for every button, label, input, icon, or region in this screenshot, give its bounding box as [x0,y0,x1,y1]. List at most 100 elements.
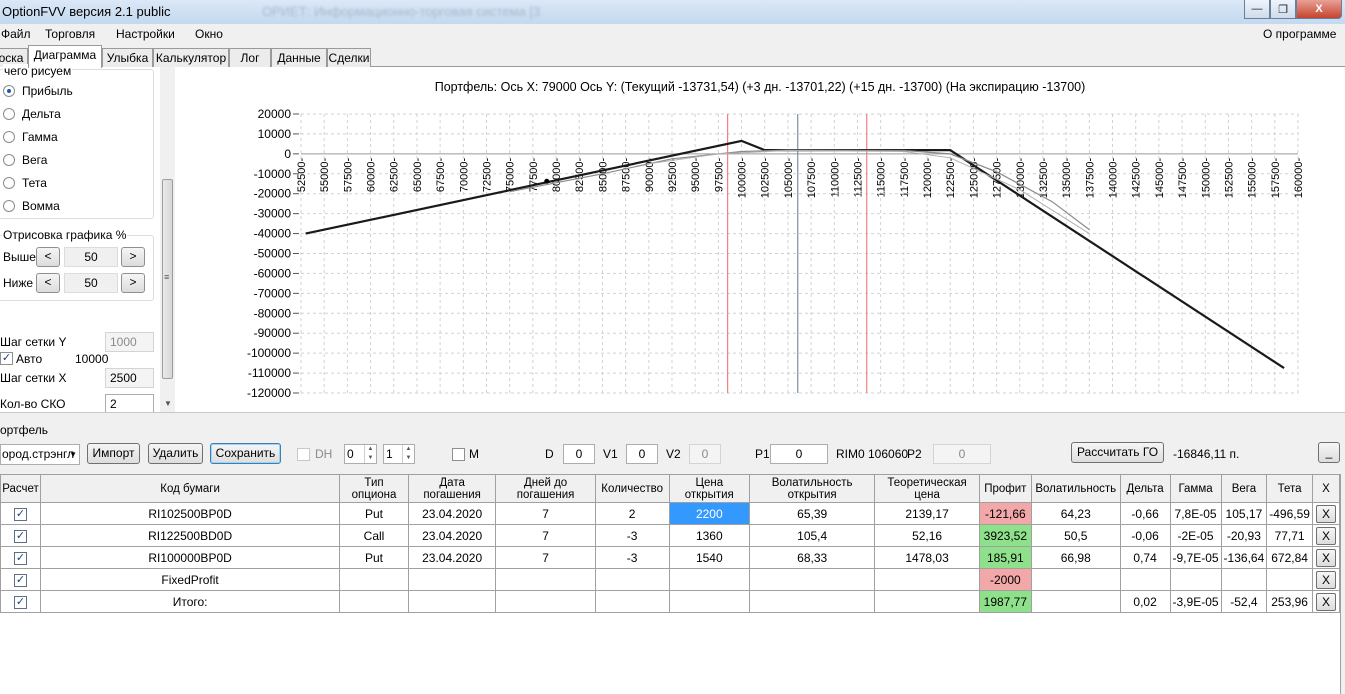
restore-button[interactable]: ❐ [1270,0,1296,19]
menu-trading[interactable]: Торговля [45,27,95,41]
code-cell[interactable]: RI102500BP0D [39,502,341,525]
remove-row-button[interactable]: X [1315,548,1336,567]
spin-1-down-icon[interactable]: ▼ [364,454,376,463]
tab-calculator[interactable]: Калькулятор [153,48,229,67]
days-cell[interactable]: 7 [495,502,596,525]
auto-checkbox[interactable]: ✓ [0,352,13,365]
spin-2-down-icon[interactable]: ▼ [402,454,414,463]
col-theta[interactable]: Тета [1266,474,1313,503]
theta-cell[interactable]: 77,71 [1266,524,1313,547]
calc-cell[interactable]: ✓ [0,502,41,525]
col-price[interactable]: Цена открытия [668,474,751,503]
col-days[interactable]: Дней до погашения [495,474,596,503]
vol-open-cell[interactable]: 68,33 [749,546,876,569]
days-cell[interactable] [495,568,596,591]
radio-delta[interactable] [3,108,15,120]
calc-cell[interactable]: ✓ [0,568,41,591]
radio-profit[interactable] [3,85,15,97]
save-button[interactable]: Сохранить [210,443,281,464]
d-input[interactable]: 0 [563,444,595,464]
code-cell[interactable]: RI122500BD0D [39,524,341,547]
delete-button[interactable]: Удалить [148,443,203,464]
calc-checkbox[interactable]: ✓ [13,529,27,543]
delta-cell[interactable]: -0,66 [1119,502,1171,525]
profit-cell[interactable]: 3923,52 [978,524,1032,547]
vega-cell[interactable] [1220,568,1268,591]
radio-theta[interactable] [3,177,15,189]
radio-vega[interactable] [3,154,15,166]
code-cell[interactable]: FixedProfit [39,568,341,591]
calc-cell[interactable]: ✓ [0,590,41,613]
col-code[interactable]: Код бумаги [39,474,341,503]
profit-cell[interactable]: -121,66 [978,502,1032,525]
splitter[interactable] [0,412,1345,422]
theo-cell[interactable]: 52,16 [874,524,980,547]
vol-cell[interactable]: 50,5 [1030,524,1121,547]
menu-file[interactable]: Файл [1,27,31,41]
below-decrease-button[interactable]: < [36,273,60,293]
close-button[interactable]: X [1296,0,1342,19]
vol-open-cell[interactable]: 65,39 [749,502,876,525]
profit-cell[interactable]: 185,91 [978,546,1032,569]
calc-checkbox[interactable]: ✓ [13,573,27,587]
profit-cell[interactable]: -2000 [978,568,1032,591]
theo-cell[interactable]: 2139,17 [874,502,980,525]
m-checkbox[interactable] [452,448,465,461]
radio-vomma[interactable] [3,200,15,212]
code-cell[interactable]: RI100000BP0D [39,546,341,569]
vega-cell[interactable]: -136,64 [1220,546,1268,569]
vol-cell[interactable]: 66,98 [1030,546,1121,569]
type-cell[interactable]: Put [339,546,409,569]
col-delta[interactable]: Дельта [1119,474,1171,503]
delta-cell[interactable] [1119,568,1171,591]
v2-input[interactable]: 0 [689,444,721,464]
below-value[interactable]: 50 [64,273,118,293]
delta-cell[interactable]: -0,06 [1119,524,1171,547]
days-cell[interactable]: 7 [495,546,596,569]
gamma-cell[interactable]: 7,8E-05 [1169,502,1222,525]
theta-cell[interactable]: -496,59 [1266,502,1313,525]
p2-input[interactable]: 0 [933,444,991,464]
minimize-button[interactable]: — [1244,0,1270,19]
tab-smile[interactable]: Улыбка [102,48,153,67]
price-cell[interactable]: 1360 [668,524,751,547]
vol-cell[interactable] [1030,568,1121,591]
date-cell[interactable]: 23.04.2020 [407,502,497,525]
remove-row-button[interactable]: X [1315,570,1336,589]
v1-input[interactable]: 0 [626,444,658,464]
calc-cell[interactable]: ✓ [0,524,41,547]
grid-y-input[interactable]: 1000 [105,332,154,352]
col-profit[interactable]: Профит [978,474,1032,503]
type-cell[interactable] [339,568,409,591]
price-cell[interactable]: 2200 [668,502,751,525]
spin-1[interactable]: 0 ▲ ▼ [344,444,377,464]
spin-1-up-icon[interactable]: ▲ [364,445,376,454]
calc-checkbox[interactable]: ✓ [13,595,27,609]
date-cell[interactable] [407,568,497,591]
menu-settings[interactable]: Настройки [116,27,175,41]
spin-2-up-icon[interactable]: ▲ [402,445,414,454]
type-cell[interactable]: Put [339,502,409,525]
col-vol-open[interactable]: Волатильность открытия [749,474,876,503]
date-cell[interactable]: 23.04.2020 [407,524,497,547]
vol-open-cell[interactable] [749,568,876,591]
left-panel-scrollbar[interactable]: ≡ ▼ [160,67,175,412]
gamma-cell[interactable]: -9,7E-05 [1169,546,1222,569]
vol-open-cell[interactable]: 105,4 [749,524,876,547]
col-vol[interactable]: Волатильность [1030,474,1121,503]
qty-cell[interactable]: -3 [594,546,670,569]
qty-cell[interactable] [594,568,670,591]
tab-log[interactable]: Лог [229,48,271,67]
menu-window[interactable]: Окно [195,27,223,41]
price-cell[interactable] [668,568,751,591]
sko-input[interactable]: 2 [105,394,154,414]
col-date[interactable]: Дата погашения [407,474,497,503]
menu-about[interactable]: О программе [1263,27,1336,41]
theo-cell[interactable] [874,568,980,591]
calc-checkbox[interactable]: ✓ [13,507,27,521]
p1-input[interactable]: 0 [770,444,828,464]
tab-data[interactable]: Данные [271,48,327,67]
gamma-cell[interactable]: -2E-05 [1169,524,1222,547]
collapse-button[interactable]: _ [1318,442,1340,463]
import-button[interactable]: Импорт [87,443,140,464]
